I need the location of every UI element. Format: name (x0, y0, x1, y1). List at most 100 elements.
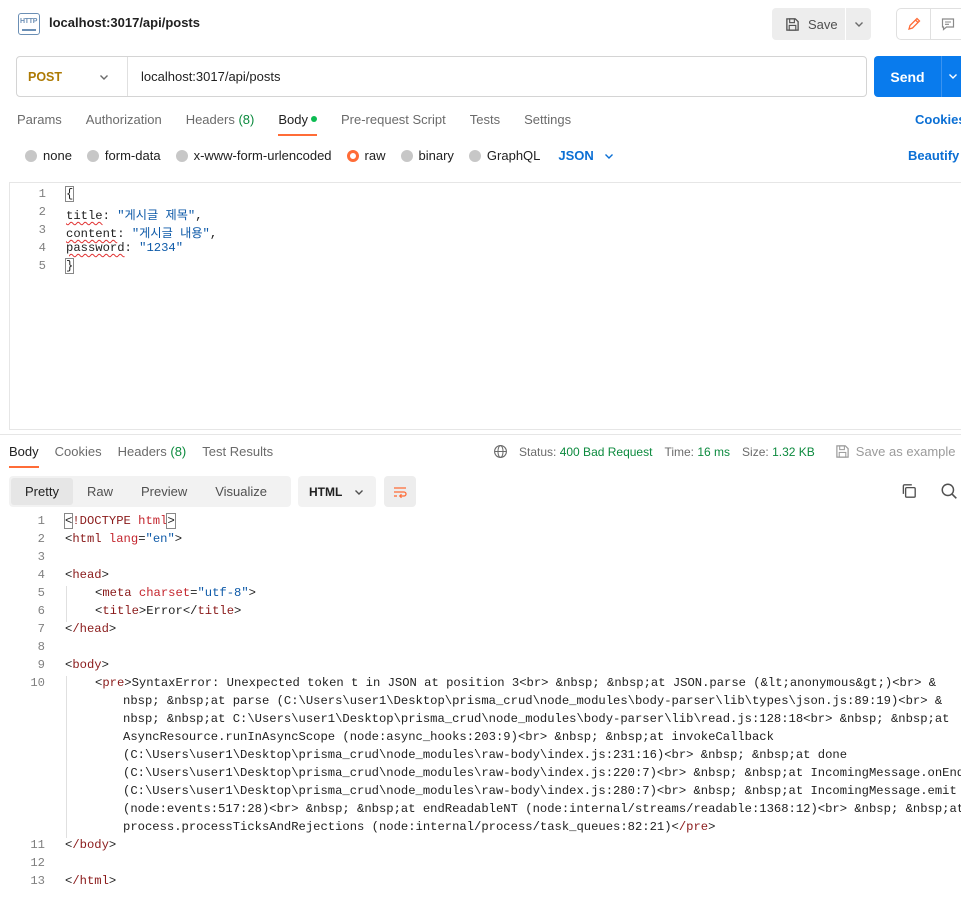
tab-response-headers[interactable]: Headers (8) (118, 444, 187, 468)
line-number: 11 (30, 838, 45, 852)
method-label: POST (28, 69, 63, 84)
floppy-disk-icon (836, 445, 849, 458)
tab-response-cookies[interactable]: Cookies (55, 444, 102, 468)
line-number: 9 (37, 658, 45, 672)
code-line: <title>Error</title> (95, 604, 242, 618)
tab-headers[interactable]: Headers (8) (186, 112, 255, 136)
pane-divider[interactable] (0, 434, 961, 435)
code-line: password: "1234" (66, 241, 184, 255)
headers-count: (8) (238, 112, 255, 127)
status-label: Status: (519, 444, 557, 459)
tab-tests[interactable]: Tests (470, 112, 500, 136)
code-line: { (64, 186, 75, 202)
code-line-wrap: (C:\Users\user1\Desktop\prisma_crud\node… (123, 766, 961, 780)
radio-form-data[interactable]: form-data (86, 148, 161, 163)
cookies-link[interactable]: Cookies (915, 112, 961, 127)
line-number: 4 (37, 568, 45, 582)
save-as-example-button[interactable]: Save as example (835, 444, 956, 459)
view-pretty[interactable]: Pretty (11, 478, 73, 505)
radio-x-www-form-urlencoded[interactable]: x-www-form-urlencoded (175, 148, 332, 163)
send-options-button[interactable] (942, 69, 958, 84)
tab-body[interactable]: Body (278, 112, 317, 136)
line-number: 10 (30, 676, 45, 690)
radio-raw[interactable]: raw (346, 148, 386, 163)
comment-icon (941, 18, 955, 31)
chevron-down-icon (100, 74, 108, 80)
indent-guide (66, 586, 67, 622)
request-body-editor[interactable]: 1 2 3 4 5 { title: "게시글 제목", content: "게… (9, 182, 961, 430)
size-value[interactable]: 1.32 KB (772, 445, 815, 459)
code-line: <pre>SyntaxError: Unexpected token t in … (95, 676, 937, 690)
globe-icon[interactable] (493, 444, 508, 459)
request-title: localhost:3017/api/posts (49, 15, 200, 30)
tab-pre-request-script[interactable]: Pre-request Script (341, 112, 446, 136)
send-button[interactable]: Send (874, 69, 941, 85)
response-language-select[interactable]: HTML (298, 476, 376, 507)
code-line-wrap: (C:\Users\user1\Desktop\prisma_crud\node… (123, 784, 957, 798)
line-number: 3 (37, 550, 45, 564)
code-line-wrap: (node:events:517:28)<br> &nbsp; &nbsp;at… (123, 802, 961, 816)
code-line-wrap: nbsp; &nbsp;at parse (C:\Users\user1\Des… (123, 694, 943, 708)
indent-guide (66, 676, 67, 838)
headers-count: (8) (170, 444, 187, 459)
line-number: 5 (37, 586, 45, 600)
line-number: 12 (30, 856, 45, 870)
radio-binary[interactable]: binary (400, 148, 454, 163)
code-line: <meta charset="utf-8"> (95, 586, 256, 600)
http-method-select[interactable]: POST (17, 57, 128, 96)
line-number: 2 (38, 205, 46, 219)
search-button[interactable] (940, 482, 958, 503)
tab-response-body[interactable]: Body (9, 444, 39, 468)
wrap-lines-icon (394, 486, 407, 498)
copy-icon (902, 484, 916, 498)
chevron-down-icon (355, 489, 363, 495)
code-line: <html lang="en"> (65, 532, 183, 546)
pencil-icon (907, 17, 920, 30)
tab-authorization[interactable]: Authorization (86, 112, 162, 136)
tab-settings[interactable]: Settings (524, 112, 571, 136)
response-meta: Status: 400 Bad Request Time: 16 ms Size… (493, 444, 956, 459)
search-icon (941, 483, 957, 499)
line-number: 5 (38, 259, 46, 273)
code-line: <head> (65, 568, 109, 582)
response-body-viewer[interactable]: 1 2 3 4 5 6 7 8 9 10 11 12 13 <!DOCTYPE … (0, 512, 961, 917)
line-number: 6 (37, 604, 45, 618)
save-button-group: Save (772, 8, 871, 40)
save-button[interactable]: Save (772, 8, 845, 40)
copy-button[interactable] (900, 482, 918, 503)
chevron-down-icon (854, 22, 863, 27)
wrap-lines-button[interactable] (384, 476, 416, 507)
save-label: Save (808, 16, 838, 32)
comments-button[interactable] (931, 9, 961, 39)
raw-format-select[interactable]: JSON (558, 148, 613, 163)
beautify-button[interactable]: Beautify (908, 148, 959, 163)
view-raw[interactable]: Raw (73, 478, 127, 505)
radio-graphql[interactable]: GraphQL (468, 148, 540, 163)
code-line: title: "게시글 제목", (66, 209, 203, 223)
line-number: 13 (30, 874, 45, 888)
documentation-edit-button[interactable] (897, 9, 931, 39)
line-number: 1 (38, 187, 46, 201)
code-line: content: "게시글 내용", (66, 227, 218, 241)
code-line-wrap: nbsp; &nbsp;at C:\Users\user1\Desktop\pr… (123, 712, 950, 726)
chevron-down-icon (604, 153, 613, 159)
time-label: Time: (664, 444, 695, 459)
line-number: 2 (37, 532, 45, 546)
code-line: <!DOCTYPE html> (63, 513, 176, 529)
right-toolbar (896, 8, 961, 40)
status-value[interactable]: 400 Bad Request (560, 445, 653, 459)
url-input[interactable] (128, 69, 866, 84)
response-tabs: Body Cookies Headers (8) Test Results (9, 444, 289, 468)
tab-test-results[interactable]: Test Results (202, 444, 273, 468)
view-preview[interactable]: Preview (127, 478, 201, 505)
code-line: } (64, 258, 75, 274)
tab-params[interactable]: Params (17, 112, 62, 136)
view-visualize[interactable]: Visualize (201, 478, 281, 505)
save-options-button[interactable] (846, 8, 871, 40)
body-indicator-dot (310, 116, 317, 122)
radio-none[interactable]: none (25, 148, 72, 163)
response-view-switcher: Pretty Raw Preview Visualize (9, 476, 291, 507)
time-value[interactable]: 16 ms (697, 445, 730, 459)
request-tabs: Params Authorization Headers (8) Body Pr… (17, 112, 595, 136)
code-line: </head> (65, 622, 117, 636)
